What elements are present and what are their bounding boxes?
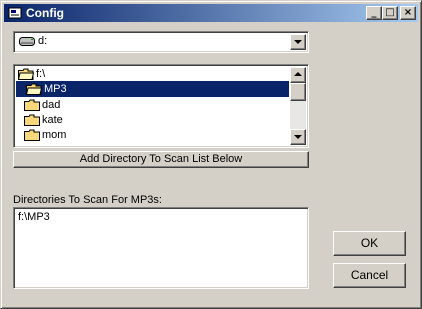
open-folder-icon bbox=[26, 83, 42, 95]
dir-item-kate[interactable]: kate bbox=[24, 112, 284, 128]
folder-icon bbox=[24, 114, 40, 126]
window-title: Config bbox=[26, 6, 64, 20]
scan-list-item[interactable]: f:\MP3 bbox=[18, 211, 50, 224]
scroll-thumb[interactable] bbox=[290, 83, 306, 101]
dir-item-dad[interactable]: dad bbox=[24, 97, 284, 113]
scan-list-label: Directories To Scan For MP3s: bbox=[13, 194, 162, 206]
cancel-button[interactable]: Cancel bbox=[333, 263, 406, 288]
title-bar[interactable]: Config _ □ × bbox=[4, 4, 418, 22]
arrow-down-icon bbox=[294, 135, 302, 139]
chevron-down-icon bbox=[294, 40, 302, 44]
ok-button[interactable]: OK bbox=[333, 231, 406, 256]
drive-combobox[interactable]: d: bbox=[13, 31, 309, 53]
arrow-up-icon bbox=[294, 72, 302, 76]
dir-item-label: MP3 bbox=[44, 83, 67, 95]
scroll-up-button[interactable] bbox=[290, 67, 306, 83]
dir-item-label: f:\ bbox=[36, 68, 46, 80]
add-directory-button[interactable]: Add Directory To Scan List Below bbox=[13, 151, 309, 168]
folder-icon bbox=[24, 99, 40, 111]
dir-item-label: mom bbox=[42, 129, 67, 141]
dir-item-mp3[interactable]: MP3 bbox=[16, 81, 289, 97]
app-icon bbox=[8, 7, 22, 19]
close-button[interactable]: × bbox=[400, 6, 416, 20]
scan-list-box[interactable]: f:\MP3 bbox=[13, 207, 309, 289]
drive-value: d: bbox=[38, 35, 48, 47]
dir-item-root[interactable]: f:\ bbox=[18, 66, 288, 82]
minimize-button[interactable]: _ bbox=[366, 6, 382, 20]
dir-item-label: dad bbox=[42, 99, 61, 111]
maximize-button[interactable]: □ bbox=[382, 6, 398, 20]
drive-icon bbox=[19, 37, 35, 46]
scroll-down-button[interactable] bbox=[290, 129, 306, 145]
drive-dropdown-button[interactable] bbox=[290, 34, 306, 50]
dir-item-label: kate bbox=[42, 114, 63, 126]
config-window: Config _ □ × d: f:\ MP3 dad kate mom Add… bbox=[0, 0, 422, 309]
dir-item-mom[interactable]: mom bbox=[24, 127, 284, 143]
directory-list[interactable]: f:\ MP3 dad kate mom bbox=[13, 64, 309, 148]
open-folder-icon bbox=[18, 68, 34, 80]
directory-scrollbar[interactable] bbox=[290, 67, 306, 145]
folder-icon bbox=[24, 129, 40, 141]
